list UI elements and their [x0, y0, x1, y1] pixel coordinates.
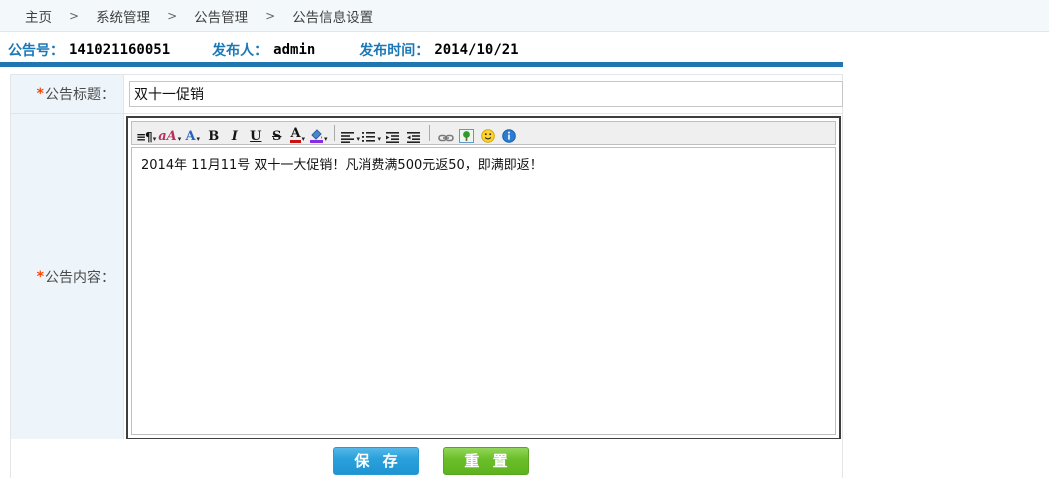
- breadcrumb-item-announcement-info-settings[interactable]: 公告信息设置: [292, 6, 373, 26]
- strikethrough-glyph: S: [272, 130, 281, 143]
- announcement-info-bar: 公告号： 141021160051 发布人： admin 发布时间： 2014/…: [0, 38, 519, 62]
- font-name-icon[interactable]: aA: [158, 124, 181, 143]
- font-name-glyph: aA: [158, 130, 177, 143]
- announcement-no-value: 141021160051: [69, 42, 170, 58]
- font-size-icon[interactable]: A: [183, 124, 202, 143]
- content-label: 公告内容：: [45, 267, 115, 287]
- publish-time-value: 2014/10/21: [434, 42, 518, 58]
- align-icon[interactable]: [341, 124, 360, 143]
- breadcrumb: 主页 > 系统管理 > 公告管理 > 公告信息设置: [0, 0, 1049, 32]
- breadcrumb-item-announcement-management[interactable]: 公告管理: [194, 6, 248, 26]
- reset-button[interactable]: 重 置: [443, 447, 529, 475]
- title-label-cell: * 公告标题：: [11, 75, 124, 113]
- publisher-value: admin: [273, 42, 315, 58]
- blue-divider: [0, 62, 843, 67]
- editor-content-area[interactable]: 2014年 11月11号 双十一大促销！凡消费满500元返50，即满即返！: [131, 147, 836, 435]
- title-row: * 公告标题：: [11, 75, 842, 113]
- editor-toolbar: ≡¶ aA A B I U S A: [131, 121, 836, 145]
- strikethrough-icon[interactable]: S: [267, 124, 286, 143]
- title-input[interactable]: [129, 81, 843, 107]
- paragraph-format-glyph: ≡¶: [136, 131, 152, 143]
- link-icon[interactable]: [436, 124, 455, 143]
- required-mark: *: [37, 86, 44, 102]
- outdent-icon[interactable]: [404, 124, 423, 143]
- announcement-no-label: 公告号：: [8, 40, 64, 60]
- about-icon[interactable]: [499, 124, 518, 143]
- paint-bucket-glyph: [310, 128, 323, 143]
- italic-glyph: I: [232, 130, 238, 143]
- editor-content-text: 2014年 11月11号 双十一大促销！凡消费满500元返50，即满即返！: [141, 158, 543, 173]
- image-icon[interactable]: [457, 124, 476, 143]
- announcement-form: * 公告标题： * 公告内容： ≡¶ aA A B I: [10, 74, 843, 478]
- bold-icon[interactable]: B: [204, 124, 223, 143]
- publish-time-label: 发布时间：: [359, 40, 429, 60]
- content-row: * 公告内容： ≡¶ aA A B I U S A: [11, 113, 842, 439]
- list-icon[interactable]: [362, 124, 381, 143]
- breadcrumb-separator-icon: >: [265, 9, 275, 23]
- italic-icon[interactable]: I: [225, 124, 244, 143]
- save-button[interactable]: 保 存: [333, 447, 419, 475]
- bold-glyph: B: [208, 130, 219, 143]
- font-color-icon[interactable]: A: [288, 124, 307, 143]
- required-mark: *: [37, 269, 44, 285]
- publisher-label: 发布人：: [212, 40, 268, 60]
- title-field-cell: [124, 75, 842, 113]
- rich-text-editor: ≡¶ aA A B I U S A: [126, 116, 841, 440]
- font-color-glyph: A: [290, 127, 300, 143]
- breadcrumb-separator-icon: >: [167, 9, 177, 23]
- breadcrumb-separator-icon: >: [69, 9, 79, 23]
- toolbar-separator: [429, 125, 430, 141]
- breadcrumb-item-system-management[interactable]: 系统管理: [96, 6, 150, 26]
- emoticon-icon[interactable]: [478, 124, 497, 143]
- breadcrumb-item-home[interactable]: 主页: [25, 6, 52, 26]
- underline-glyph: U: [250, 130, 261, 143]
- highlight-color-icon[interactable]: [309, 124, 328, 143]
- button-row: 保 存 重 置: [11, 439, 842, 478]
- content-label-cell: * 公告内容：: [11, 114, 124, 439]
- underline-icon[interactable]: U: [246, 124, 265, 143]
- content-field-cell: ≡¶ aA A B I U S A: [124, 114, 842, 439]
- title-label: 公告标题：: [45, 84, 115, 104]
- paragraph-format-icon[interactable]: ≡¶: [136, 124, 156, 143]
- font-size-glyph: A: [185, 130, 195, 143]
- announcement-settings-page: 主页 > 系统管理 > 公告管理 > 公告信息设置 公告号： 141021160…: [0, 0, 1049, 486]
- indent-icon[interactable]: [383, 124, 402, 143]
- toolbar-separator: [334, 125, 335, 141]
